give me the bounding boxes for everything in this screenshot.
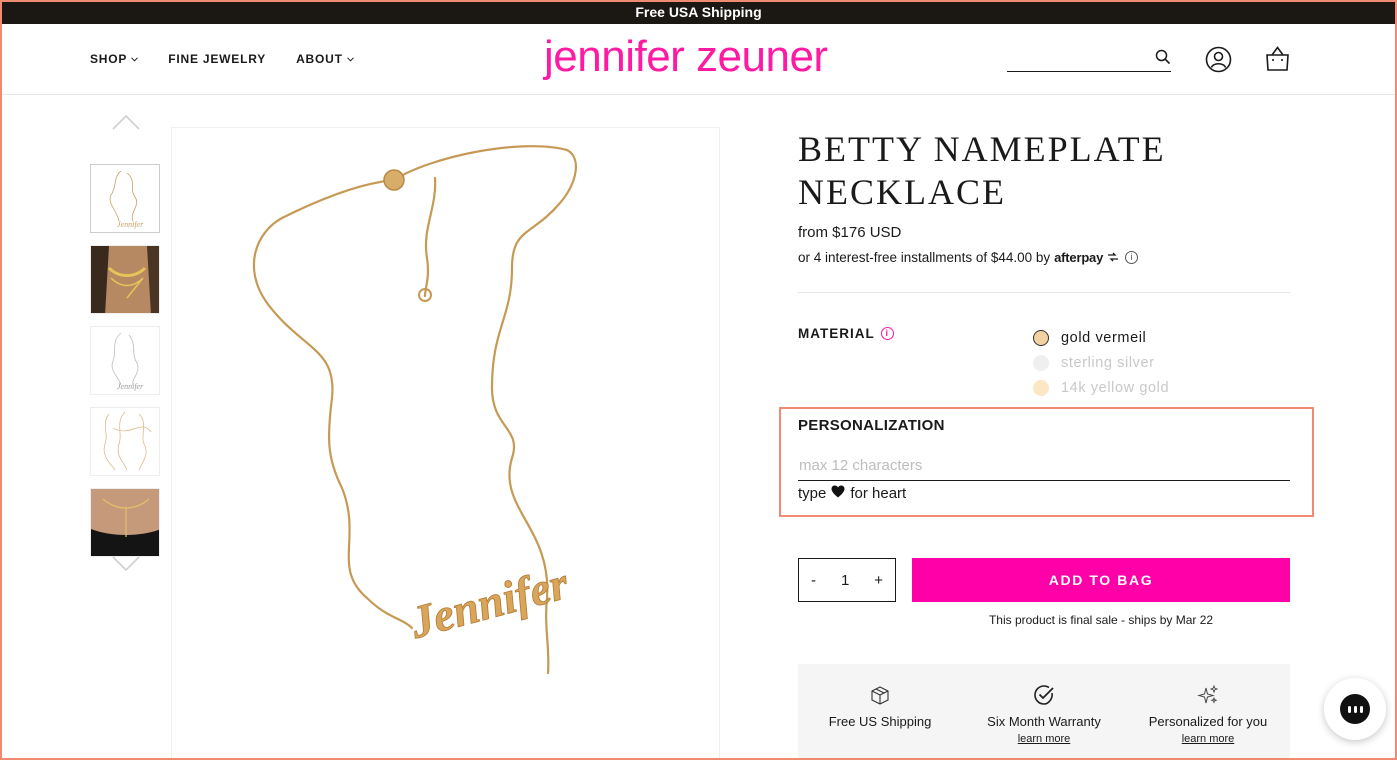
material-info-icon[interactable]: i [880, 327, 894, 340]
hint-suffix: for heart [850, 485, 907, 502]
material-option-sterling-silver[interactable]: sterling silver [1033, 350, 1169, 375]
thumbnail-3[interactable]: Jennifer [90, 326, 160, 395]
thumbnail-1[interactable]: Jennifer [90, 164, 160, 233]
search-icon[interactable] [1155, 49, 1171, 70]
gallery-up-arrow-icon[interactable] [112, 114, 140, 135]
product-title-line-1: BETTY NAMEPLATE [798, 129, 1166, 169]
thumbnail-5[interactable] [90, 488, 160, 557]
material-option-label: sterling silver [1061, 354, 1155, 371]
product-title: BETTY NAMEPLATE NECKLACE [798, 128, 1298, 214]
product-price: from $176 USD [798, 224, 902, 241]
afterpay-installments: or 4 interest-free installments of $44.0… [798, 250, 1139, 265]
box-icon [798, 684, 962, 708]
search-bar [1007, 46, 1171, 72]
material-option-gold-vermeil[interactable]: gold vermeil [1033, 325, 1169, 350]
material-label: MATERIAL i [798, 326, 894, 341]
product-title-line-2: NECKLACE [798, 172, 1006, 212]
gold-swatch [1033, 329, 1049, 346]
info-icon[interactable]: i [1125, 251, 1139, 264]
site-header: SHOP FINE JEWELRY ABOUT jennifer zeuner [0, 24, 1397, 95]
site-logo[interactable]: jennifer zeuner [544, 32, 828, 82]
nav-shop[interactable]: SHOP [90, 52, 139, 66]
chevron-down-icon [131, 54, 139, 64]
thumbnail-4[interactable] [90, 407, 160, 476]
search-input[interactable] [1007, 46, 1147, 71]
silver-swatch [1033, 354, 1049, 371]
installments-text: or 4 interest-free installments of $44.0… [798, 250, 1051, 265]
svg-text:Jennifer: Jennifer [117, 220, 144, 229]
afterpay-arrows-icon [1107, 250, 1119, 265]
svg-text:Jennifer: Jennifer [117, 382, 144, 391]
nav-about-label: ABOUT [296, 52, 343, 66]
svg-text:Jennifer: Jennifer [404, 557, 575, 648]
material-option-label: 14k yellow gold [1061, 379, 1170, 396]
quantity-decrease-button[interactable]: - [811, 572, 816, 589]
perk-free-shipping: Free US Shipping [798, 664, 962, 729]
perk-title: Free US Shipping [828, 714, 932, 729]
personalized-learn-more-link[interactable]: learn more [1182, 733, 1235, 745]
material-options: gold vermeil sterling silver 14k yellow … [1033, 325, 1169, 400]
announcement-bar: Free USA Shipping [0, 0, 1397, 24]
material-option-14k-yellow-gold[interactable]: 14k yellow gold [1033, 375, 1169, 400]
perk-title: Personalized for you [1148, 714, 1268, 729]
final-sale-note: This product is final sale - ships by Ma… [988, 613, 1214, 627]
nav-about[interactable]: ABOUT [296, 52, 354, 66]
yellow-gold-swatch [1033, 379, 1049, 396]
nav-fine-jewelry[interactable]: FINE JEWELRY [168, 52, 266, 66]
gallery-down-arrow-icon[interactable] [112, 556, 140, 577]
bag-icon[interactable] [1265, 45, 1290, 77]
chat-launcher-button[interactable] [1324, 678, 1386, 740]
divider [798, 292, 1290, 293]
main-product-image[interactable]: Jennifer [171, 127, 720, 760]
nav-fine-jewelry-label: FINE JEWELRY [168, 52, 267, 66]
personalization-label: PERSONALIZATION [798, 417, 945, 434]
personalization-input[interactable] [798, 450, 1290, 481]
quantity-value[interactable]: 1 [841, 572, 849, 589]
quantity-stepper: - 1 + [798, 558, 896, 602]
hint-prefix: type [798, 485, 827, 502]
afterpay-logo[interactable]: afterpay [1054, 250, 1103, 265]
sparkle-icon [1126, 684, 1290, 708]
material-label-text: MATERIAL [798, 326, 875, 341]
thumbnail-2[interactable] [90, 245, 160, 314]
chat-icon [1340, 694, 1370, 724]
thumbnail-list: Jennifer Jennifer [90, 164, 161, 569]
perk-warranty: Six Month Warranty learn more [962, 664, 1126, 747]
check-circle-icon [962, 684, 1126, 708]
personalization-hint: type for heart [798, 485, 906, 502]
account-icon[interactable] [1205, 46, 1232, 78]
add-to-bag-button[interactable]: ADD TO BAG [912, 558, 1290, 602]
perk-personalized: Personalized for you learn more [1126, 664, 1290, 747]
perk-title: Six Month Warranty [987, 714, 1101, 729]
perks-panel: Free US Shipping Six Month Warranty lear… [798, 664, 1290, 760]
material-option-label: gold vermeil [1061, 329, 1147, 346]
chevron-down-icon [346, 54, 354, 64]
main-nav: SHOP FINE JEWELRY ABOUT [90, 52, 354, 66]
warranty-learn-more-link[interactable]: learn more [1018, 733, 1071, 745]
nav-shop-label: SHOP [90, 52, 128, 66]
quantity-increase-button[interactable]: + [874, 572, 883, 589]
heart-icon [831, 485, 845, 502]
